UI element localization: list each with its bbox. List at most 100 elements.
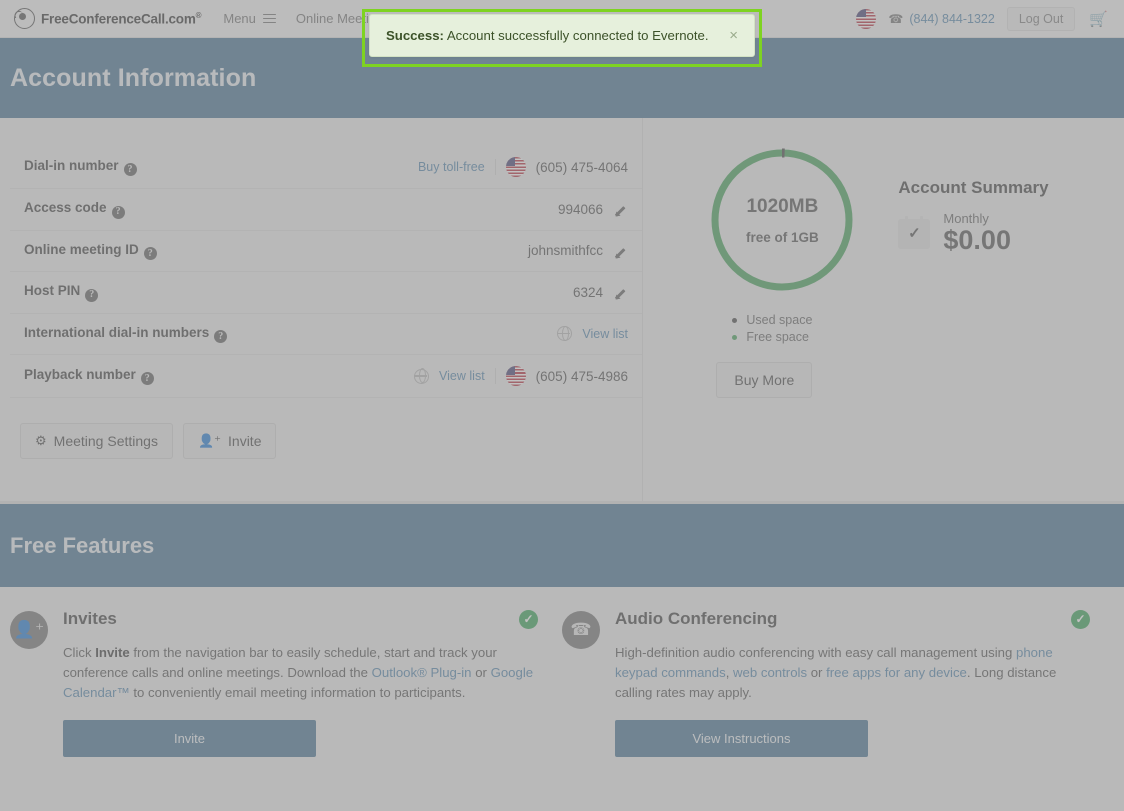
close-icon[interactable]: × xyxy=(719,28,738,43)
help-icon[interactable]: ? xyxy=(140,372,154,386)
legend-label-used: Used space xyxy=(746,313,813,327)
logout-button[interactable]: Log Out xyxy=(1006,6,1076,31)
feature-action-button[interactable]: View Instructions xyxy=(615,720,868,757)
account-information-page: FreeConferenceCall.com® Menu Online Meet… xyxy=(0,0,1124,811)
value-group: johnsmithfcc xyxy=(318,243,628,258)
info-row-label: Online meeting ID? xyxy=(10,230,318,272)
info-label-text: Dial-in number xyxy=(24,157,119,173)
info-row-value: johnsmithfcc xyxy=(318,230,642,272)
feature-body: Audio Conferencing ✓ High-definition audio… xyxy=(615,609,1090,811)
table-row: Dial-in number? Buy toll-free (605) 475-40… xyxy=(10,146,642,189)
account-details-column: Dial-in number? Buy toll-free (605) 475-40… xyxy=(10,118,643,501)
table-row: Playback number? View list (605) 475-4986 xyxy=(10,355,642,398)
info-row-link[interactable]: Buy toll-free xyxy=(418,160,485,174)
info-row-value: View list (605) 475-4986 xyxy=(318,355,642,398)
info-row-link[interactable]: View list xyxy=(582,327,628,341)
info-row-value-text: 6324 xyxy=(572,284,603,300)
brand-label: FreeConferenceCall.com xyxy=(41,11,196,27)
info-row-value-text: (605) 475-4064 xyxy=(535,159,628,175)
info-row-value: 6324 xyxy=(318,272,642,314)
page-title: Account Information xyxy=(10,63,257,92)
phone-icon: ☎ xyxy=(562,611,600,649)
value-group: View list xyxy=(318,325,628,342)
info-row-value-text: 994066 xyxy=(557,201,603,217)
value-group: View list (605) 475-4986 xyxy=(318,366,628,386)
edit-pencil-icon[interactable] xyxy=(613,202,628,217)
feature-body: Invites ✓ Click Invite from the navigation… xyxy=(63,609,538,811)
storage-donut-chart: 1020MB free of 1GB xyxy=(708,146,856,294)
info-row-label: Dial-in number? xyxy=(10,146,318,189)
account-action-buttons: ⚙ Meeting Settings 👤⁺ Invite xyxy=(10,398,642,459)
nav-menu-label: Menu xyxy=(223,11,256,26)
edit-pencil-icon[interactable] xyxy=(613,285,628,300)
buy-more-button[interactable]: Buy More xyxy=(716,362,813,398)
brand-logo-group[interactable]: FreeConferenceCall.com® xyxy=(14,8,202,29)
storage-donut-group: 1020MB free of 1GB Used space Free space xyxy=(708,146,856,501)
feature-title: Audio Conferencing xyxy=(615,609,778,628)
description-text: Click xyxy=(63,645,96,660)
help-icon[interactable]: ? xyxy=(143,247,157,260)
success-alert: Success: Account successfully connected … xyxy=(369,14,755,57)
description-text: or xyxy=(807,665,827,680)
account-summary-group: Account Summary ✓ Monthly $0.00 xyxy=(898,146,1049,501)
calendar-check-icon: ✓ xyxy=(898,215,931,249)
info-row-value-text: (605) 475-4986 xyxy=(535,368,628,384)
feature-title: Invites xyxy=(63,609,117,628)
add-user-icon: 👤⁺ xyxy=(197,433,222,448)
meeting-settings-button[interactable]: ⚙ Meeting Settings xyxy=(20,423,173,459)
value-group: 6324 xyxy=(318,285,628,300)
free-features-title: Free Features xyxy=(10,532,155,558)
cart-icon[interactable]: 🛒 xyxy=(1087,10,1110,28)
info-row-value: View list xyxy=(318,313,642,355)
help-icon[interactable]: ? xyxy=(111,205,125,219)
inline-link[interactable]: free apps for any device xyxy=(826,665,967,680)
main-content: Dial-in number? Buy toll-free (605) 475-40… xyxy=(0,118,1124,501)
us-flag-icon xyxy=(505,366,526,386)
info-row-value-text: johnsmithfcc xyxy=(527,243,603,259)
inline-link[interactable]: Outlook® Plug-in xyxy=(372,665,472,680)
storage-summary-column: 1020MB free of 1GB Used space Free space xyxy=(643,118,1114,501)
feature-header: Audio Conferencing ✓ xyxy=(615,609,1090,629)
feature-card: 👤⁺ Invites ✓ Click Invite from the navigati… xyxy=(10,609,562,811)
info-row-label: International dial-in numbers? xyxy=(10,313,318,355)
account-info-table: Dial-in number? Buy toll-free (605) 475-40… xyxy=(10,146,642,398)
alert-body-text: Account successfully connected to Everno… xyxy=(446,28,709,43)
us-flag-icon[interactable] xyxy=(856,8,877,29)
edit-pencil-icon[interactable] xyxy=(613,243,628,258)
info-row-value: Buy toll-free (605) 475-4064 xyxy=(318,146,642,189)
help-icon[interactable]: ? xyxy=(123,163,137,177)
storage-legend: Used space Free space xyxy=(708,312,812,346)
info-label-text: Host PIN xyxy=(24,283,81,298)
invite-button[interactable]: 👤⁺ Invite xyxy=(182,423,277,459)
legend-dot-free xyxy=(732,335,738,340)
support-phone-link[interactable]: ☎ (844) 844-1322 xyxy=(888,12,994,26)
nav-menu[interactable]: Menu xyxy=(223,11,276,26)
inline-link[interactable]: web controls xyxy=(733,665,807,680)
description-text: High-definition audio conferencing with … xyxy=(615,645,1016,660)
value-group: 994066 xyxy=(318,202,628,217)
help-icon[interactable]: ? xyxy=(214,330,228,343)
check-badge-icon: ✓ xyxy=(519,609,538,629)
phone-icon: ☎ xyxy=(888,11,904,26)
free-features-cards: 👤⁺ Invites ✓ Click Invite from the navigati… xyxy=(0,587,1124,811)
info-row-value: 994066 xyxy=(318,189,642,231)
feature-action-button[interactable]: Invite xyxy=(63,720,316,757)
legend-item-used: Used space xyxy=(732,312,812,329)
brand-name: FreeConferenceCall.com® xyxy=(41,11,202,27)
help-icon[interactable]: ? xyxy=(85,288,99,302)
donut-center-labels: 1020MB free of 1GB xyxy=(708,146,856,294)
feature-description: High-definition audio conferencing with … xyxy=(615,643,1090,703)
info-row-link[interactable]: View list xyxy=(439,369,485,383)
hamburger-icon xyxy=(262,13,276,24)
account-summary-row: ✓ Monthly $0.00 xyxy=(898,212,1048,255)
billing-period: Monthly xyxy=(943,211,989,226)
info-label-text: Playback number xyxy=(24,366,136,382)
description-text: to conveniently email meeting informatio… xyxy=(129,685,466,700)
gear-icon: ⚙ xyxy=(35,433,47,448)
info-row-label: Access code? xyxy=(10,189,318,231)
navbar-right-group: ☎ (844) 844-1322 Log Out 🛒 xyxy=(856,6,1110,31)
info-label-text: International dial-in numbers xyxy=(24,324,210,340)
emphasis-text: Invite xyxy=(95,645,130,660)
info-row-label: Playback number? xyxy=(10,355,318,398)
info-row-label: Host PIN? xyxy=(10,272,318,314)
